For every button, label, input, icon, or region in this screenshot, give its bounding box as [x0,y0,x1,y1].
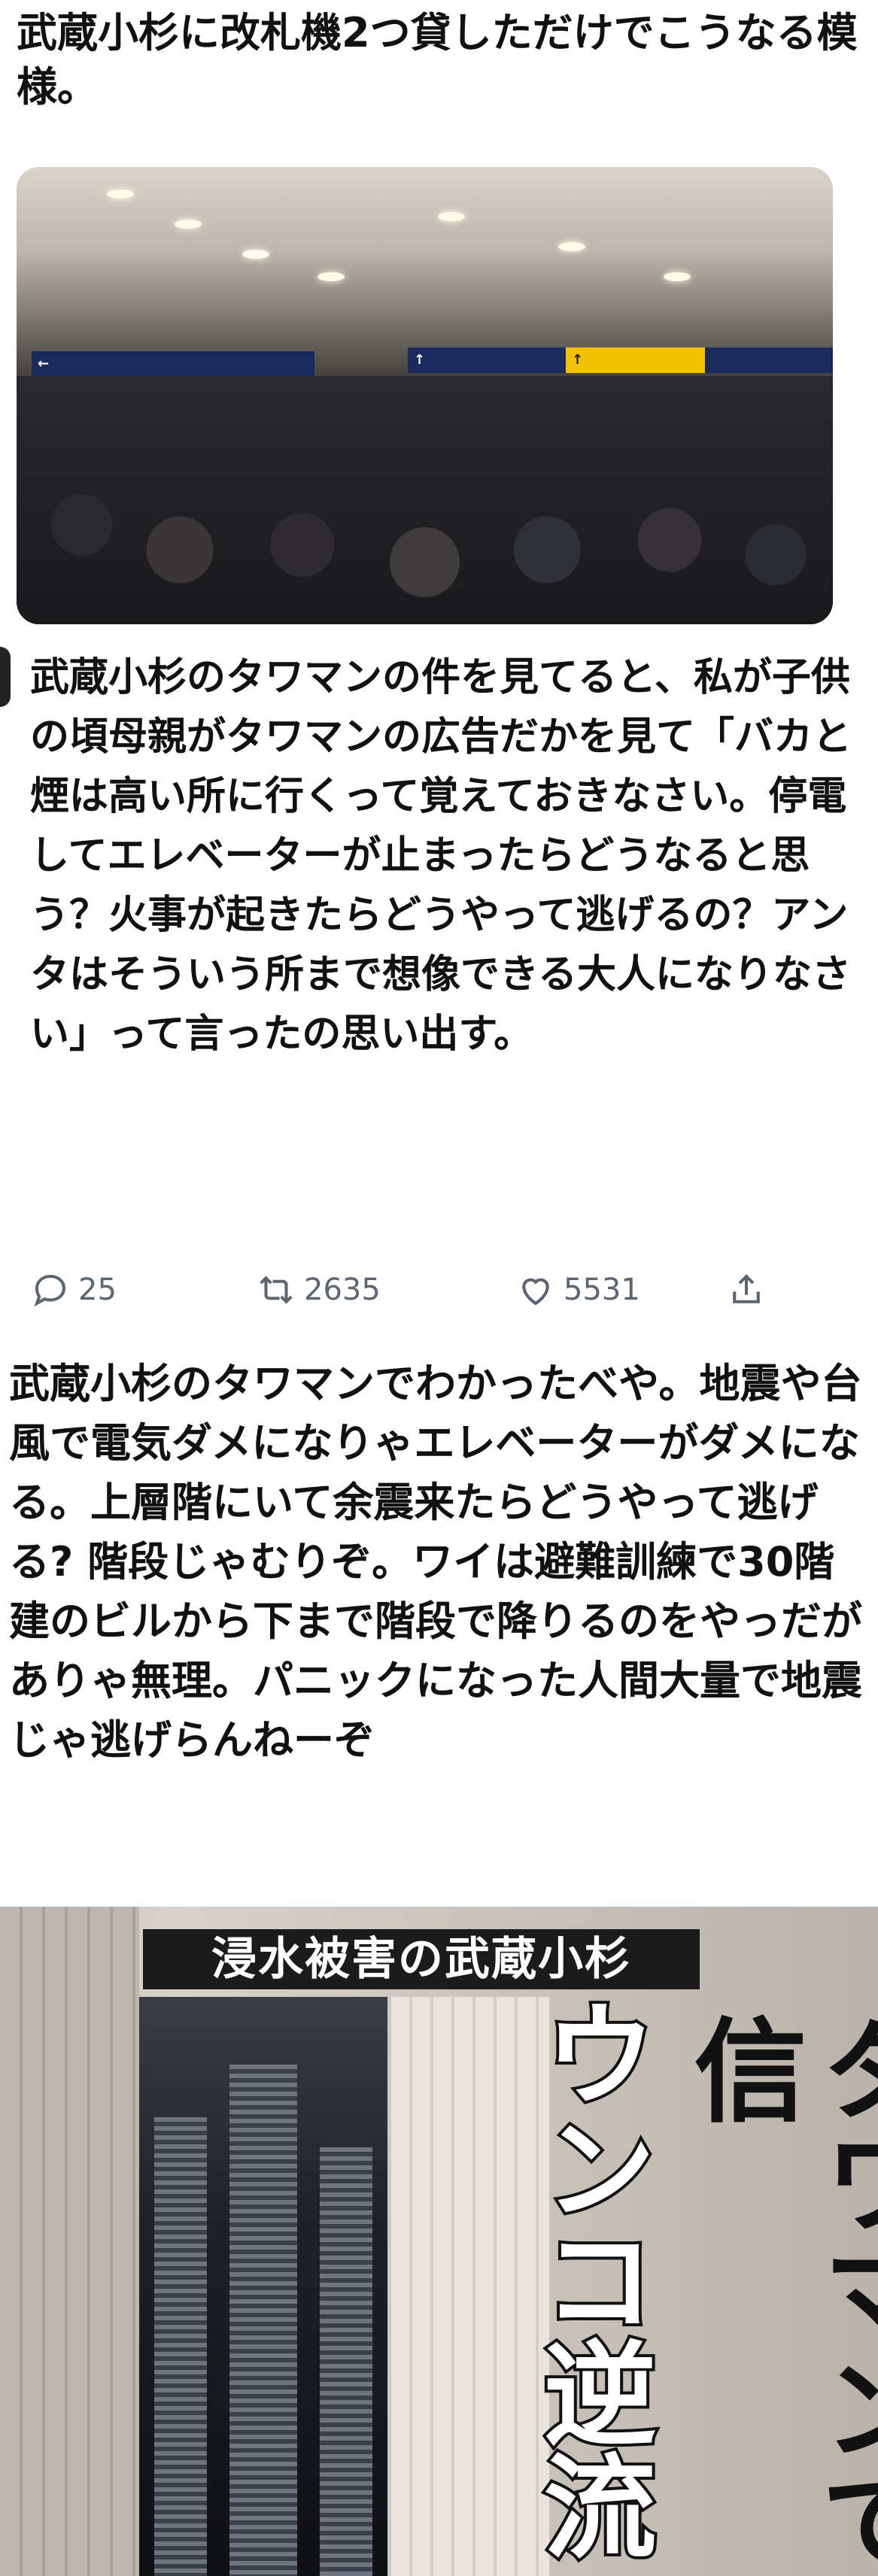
like-button[interactable]: 5531 [515,1270,719,1310]
heart-icon [522,1278,549,1306]
tower-building [229,2065,297,2576]
tower-mansion-photo [139,1997,387,2576]
magazine-big-headline-1: タワマンで信 [675,2012,878,2576]
magazine-body-columns [0,1907,139,2576]
magazine-headline: 浸水被害の武蔵小杉 [143,1929,700,1989]
ceiling-light [242,250,269,259]
ceiling-light [664,272,691,281]
ceiling-light [438,212,465,221]
avatar[interactable] [0,647,11,707]
retweet-button[interactable]: 2635 [256,1270,515,1310]
post-1-text: 武蔵小杉に改札機2つ貸しただけでこうなる模様。 [17,9,858,111]
station-sign-far-right [705,347,833,373]
tower-building [154,2117,207,2576]
reply-icon [34,1274,66,1307]
post-3-text: 武蔵小杉のタワマンでわかったべや。地震や台風で電気ダメになりゃエレベーターがダメ… [9,1360,862,1764]
crowd [17,376,833,624]
retweet-count: 2635 [304,1273,381,1307]
station-crowd-photo[interactable]: ← ↑ ↑ [17,167,833,624]
tower-building [320,2147,372,2576]
ceiling-light [175,220,202,229]
share-icon [733,1274,760,1303]
station-sign-left: ← [32,351,314,377]
reply-button[interactable]: 25 [30,1270,256,1310]
tweet-action-bar: 25 2635 5531 [30,1264,843,1316]
reply-count: 25 [78,1273,117,1307]
post-2-text: 武蔵小杉のタワマンの件を見てると、私が子供の頃母親がタワマンの広告だかを見て「バ… [30,655,852,1057]
station-sign-yellow: ↑ [566,347,713,373]
retweet-icon [260,1276,293,1304]
station-sign-right: ↑ [408,347,570,373]
magazine-big-headline-2: ウンコ逆流 [521,1994,660,2564]
ceiling-light [107,190,134,199]
like-count: 5531 [564,1273,640,1307]
magazine-article-photo[interactable]: 浸水被害の武蔵小杉 ウンコ逆流 タワマンで信 [0,1907,878,2576]
share-button[interactable] [726,1270,774,1310]
ceiling-light [317,272,345,281]
ceiling-light [558,242,585,251]
